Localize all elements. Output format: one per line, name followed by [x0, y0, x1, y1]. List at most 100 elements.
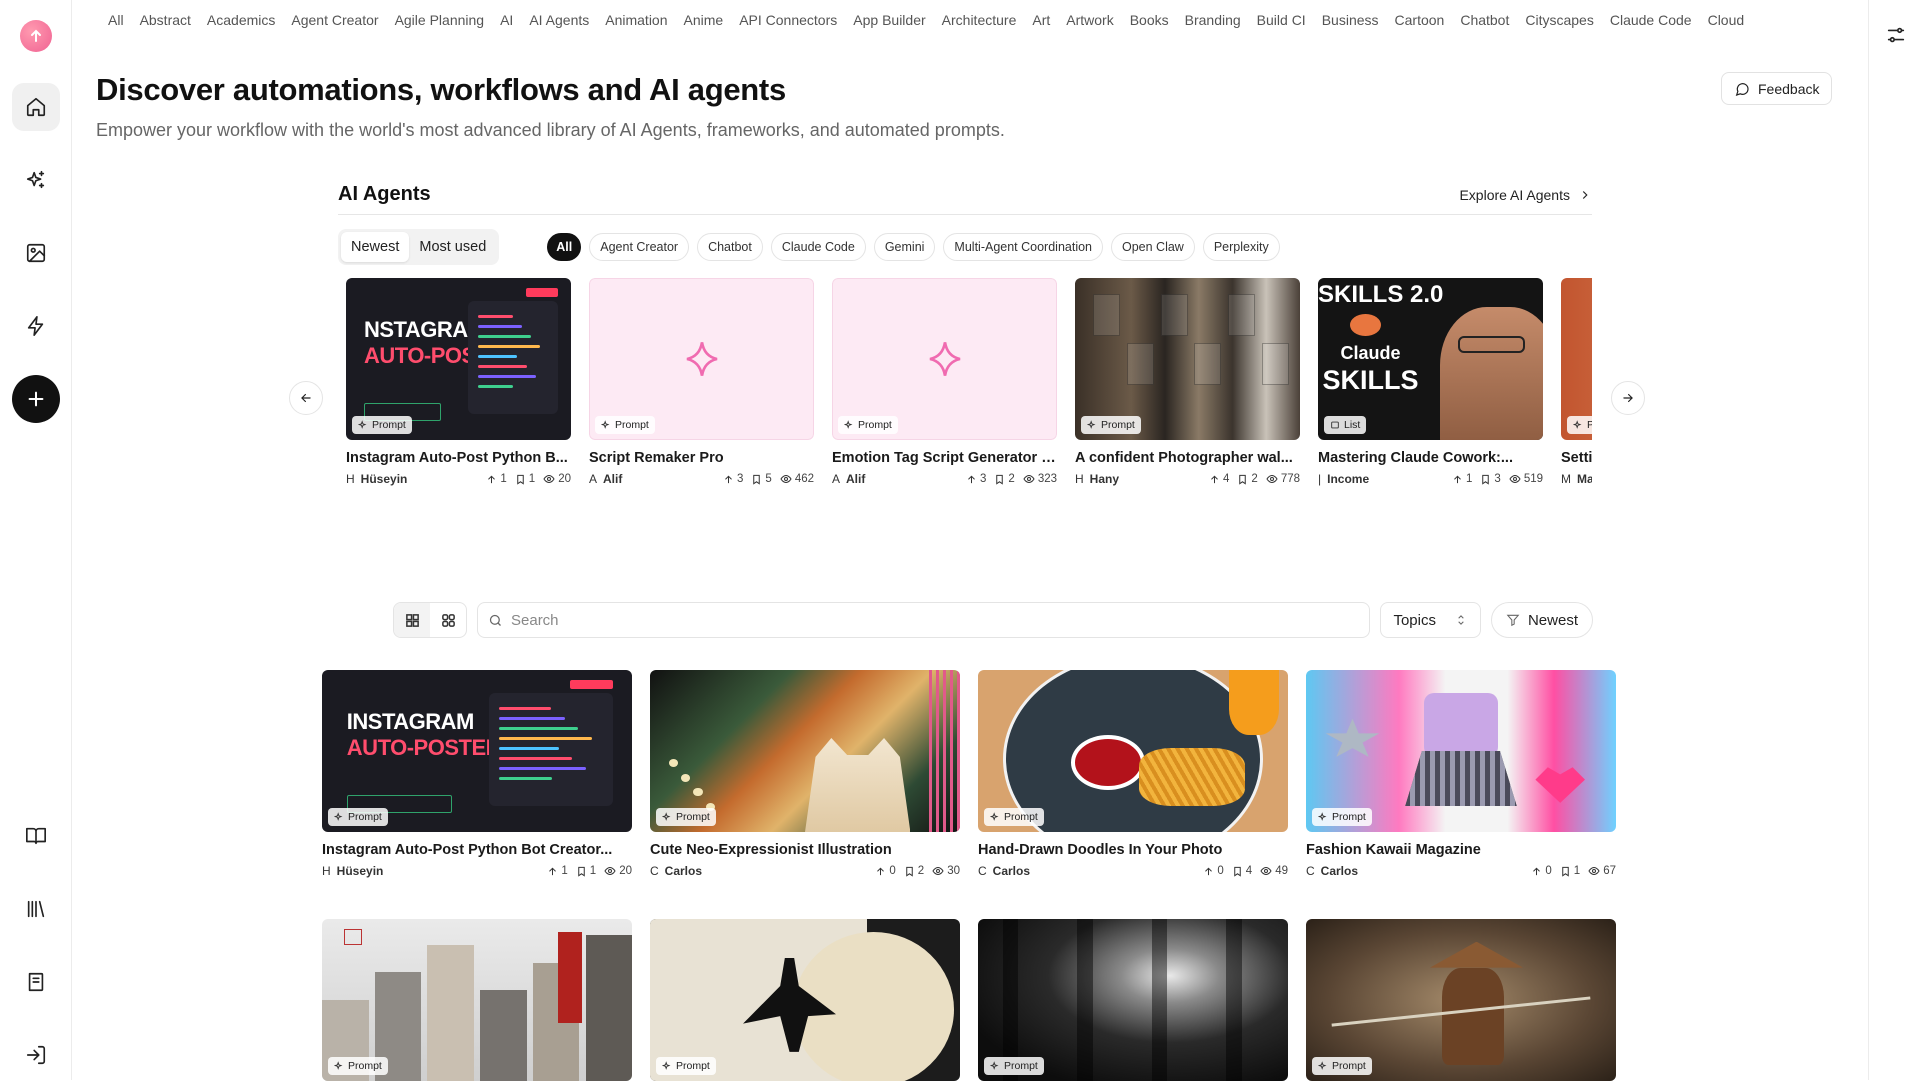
category-link[interactable]: Agent Creator [291, 8, 378, 32]
sort-filter-button[interactable]: Newest [1490, 602, 1593, 638]
save-count[interactable]: 1 [576, 865, 596, 877]
agent-card[interactable]: SKILLS 2.0 Claude SKILLS List Mastering … [1318, 278, 1543, 486]
card-thumbnail[interactable]: Prompt [1075, 278, 1300, 440]
home-icon[interactable] [12, 83, 60, 131]
prompt-card[interactable]: Prompt [1306, 919, 1616, 1081]
category-link[interactable]: Branding [1185, 8, 1241, 32]
login-icon[interactable] [12, 1031, 60, 1079]
author[interactable]: C Carlos [650, 864, 702, 878]
card-title[interactable]: Fashion Kawaii Magazine [1306, 842, 1616, 858]
save-count[interactable]: 4 [1232, 865, 1252, 877]
filter-chip[interactable]: Perplexity [1202, 233, 1280, 261]
author[interactable]: H Hany [1075, 472, 1119, 486]
filter-chip[interactable]: Gemini [873, 233, 936, 261]
agent-card[interactable]: NSTAGRAM AUTO-POSTER Prompt Instagram Au… [346, 278, 571, 486]
category-link[interactable]: Build CI [1257, 8, 1306, 32]
card-thumbnail[interactable]: Prompt [832, 278, 1057, 440]
card-thumbnail[interactable]: Prompt [1306, 919, 1616, 1081]
author[interactable]: | Income [1318, 472, 1369, 486]
filter-chip[interactable]: Multi-Agent Coordination [943, 233, 1103, 261]
sort-newest[interactable]: Newest [341, 232, 410, 262]
author[interactable]: C Carlos [978, 864, 1030, 878]
upvote-count[interactable]: 1 [547, 865, 568, 877]
book-open-icon[interactable] [12, 812, 60, 860]
prompt-card[interactable]: Prompt Cute Neo-Expressionist Illustrati… [650, 670, 960, 878]
card-thumbnail[interactable]: Prompt [322, 919, 632, 1081]
category-link[interactable]: All [108, 8, 124, 32]
upvote-count[interactable]: 0 [875, 865, 896, 877]
card-thumbnail[interactable]: NSTAGRAM AUTO-POSTER Prompt [346, 278, 571, 440]
author[interactable]: A Alif [832, 472, 865, 486]
category-link[interactable]: Chatbot [1460, 8, 1509, 32]
filter-chip[interactable]: All [547, 233, 582, 261]
notebook-icon[interactable] [12, 958, 60, 1006]
save-count[interactable]: 1 [1560, 865, 1580, 877]
save-count[interactable]: 3 [1480, 473, 1501, 485]
card-thumbnail[interactable]: SKILLS 2.0 Claude SKILLS List [1318, 278, 1543, 440]
filter-chip[interactable]: Claude Code [770, 233, 866, 261]
compact-grid-button[interactable] [430, 603, 466, 637]
lightning-icon[interactable] [12, 302, 60, 350]
logo-icon[interactable] [20, 20, 52, 52]
explore-agents-link[interactable]: Explore AI Agents [1459, 187, 1592, 203]
sliders-icon[interactable] [1885, 24, 1907, 46]
category-link[interactable]: Art [1032, 8, 1050, 32]
feedback-button[interactable]: Feedback [1721, 72, 1833, 105]
upvote-count[interactable]: 1 [486, 473, 507, 485]
category-link[interactable]: Books [1130, 8, 1169, 32]
category-link[interactable]: Architecture [942, 8, 1017, 32]
category-link[interactable]: Animation [605, 8, 667, 32]
author[interactable]: H Hüseyin [346, 472, 407, 486]
category-link[interactable]: Abstract [140, 8, 191, 32]
category-link[interactable]: Agile Planning [395, 8, 485, 32]
card-thumbnail[interactable]: Pro [1561, 278, 1592, 440]
topics-select[interactable]: Topics [1380, 602, 1481, 638]
prompt-card[interactable]: Prompt Fashion Kawaii Magazine C Carlos … [1306, 670, 1616, 878]
author[interactable]: H Hüseyin [322, 864, 383, 878]
category-link[interactable]: Academics [207, 8, 275, 32]
library-icon[interactable] [12, 885, 60, 933]
grid-view-button[interactable] [394, 603, 430, 637]
sparkles-icon[interactable] [12, 156, 60, 204]
agent-card[interactable]: Prompt Script Remaker Pro A Alif 3 5 462 [589, 278, 814, 486]
author[interactable]: C Carlos [1306, 864, 1358, 878]
card-title[interactable]: A confident Photographer wal... [1075, 450, 1300, 466]
category-link[interactable]: Cloud [1708, 8, 1745, 32]
category-link[interactable]: AI Agents [529, 8, 589, 32]
category-link[interactable]: Anime [684, 8, 724, 32]
card-title[interactable]: Mastering Claude Cowork:... [1318, 450, 1543, 466]
category-link[interactable]: Artwork [1066, 8, 1113, 32]
sort-most-used[interactable]: Most used [409, 232, 496, 262]
create-button[interactable] [12, 375, 60, 423]
prompt-card[interactable]: INSTAGRAM AUTO-POSTER Prompt Instagram A… [322, 670, 632, 878]
card-thumbnail[interactable]: Prompt [978, 670, 1288, 832]
card-thumbnail[interactable]: Prompt [1306, 670, 1616, 832]
author[interactable]: M Ma [1561, 472, 1592, 486]
save-count[interactable]: 2 [1237, 473, 1258, 485]
upvote-count[interactable]: 3 [966, 473, 986, 485]
category-link[interactable]: App Builder [853, 8, 925, 32]
card-title[interactable]: Instagram Auto-Post Python B... [346, 450, 571, 466]
prompt-card[interactable]: Prompt [978, 919, 1288, 1081]
save-count[interactable]: 2 [994, 473, 1015, 485]
upvote-count[interactable]: 1 [1452, 473, 1472, 485]
prompt-card[interactable]: Prompt Hand-Drawn Doodles In Your Photo … [978, 670, 1288, 878]
category-link[interactable]: Cartoon [1395, 8, 1445, 32]
save-count[interactable]: 5 [751, 473, 772, 485]
carousel-prev-button[interactable] [289, 381, 323, 415]
upvote-count[interactable]: 0 [1203, 865, 1224, 877]
card-thumbnail[interactable]: Prompt [589, 278, 814, 440]
save-count[interactable]: 2 [904, 865, 924, 877]
card-thumbnail[interactable]: Prompt [650, 670, 960, 832]
filter-chip[interactable]: Agent Creator [589, 233, 690, 261]
card-title[interactable]: Instagram Auto-Post Python Bot Creator..… [322, 842, 632, 858]
prompt-card[interactable]: Prompt [650, 919, 960, 1081]
category-link[interactable]: API Connectors [739, 8, 837, 32]
filter-chip[interactable]: Open Claw [1111, 233, 1195, 261]
upvote-count[interactable]: 0 [1531, 865, 1552, 877]
agent-card[interactable]: Prompt A confident Photographer wal... H… [1075, 278, 1300, 486]
filter-chip[interactable]: Chatbot [697, 233, 763, 261]
card-thumbnail[interactable]: Prompt [650, 919, 960, 1081]
category-link[interactable]: Claude Code [1610, 8, 1692, 32]
category-link[interactable]: Business [1322, 8, 1379, 32]
